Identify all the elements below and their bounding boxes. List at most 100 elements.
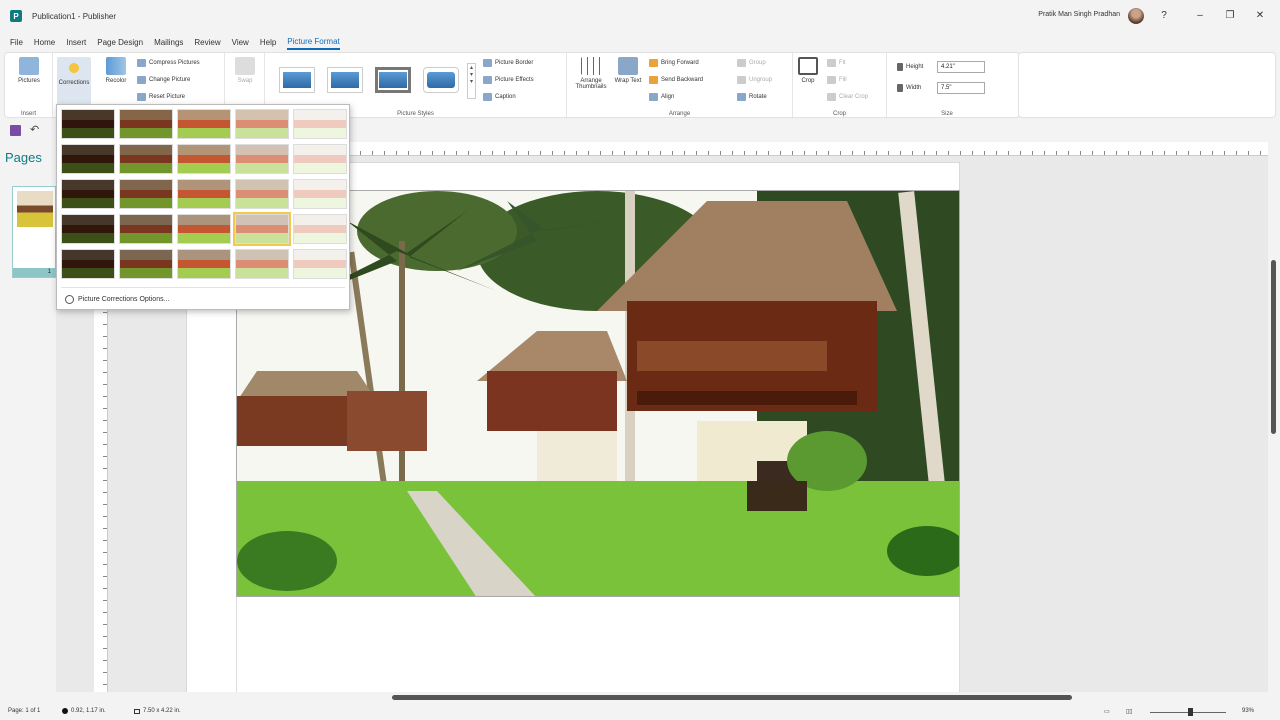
align-button[interactable]: Align bbox=[649, 93, 674, 101]
picture-style-4[interactable] bbox=[423, 67, 459, 93]
correction-preset-swatch[interactable] bbox=[293, 249, 347, 279]
page-thumbnail-image bbox=[17, 191, 53, 227]
horizontal-scrollbar[interactable] bbox=[56, 692, 1268, 704]
single-page-view-icon[interactable]: ▭ bbox=[1104, 708, 1110, 715]
swap-button[interactable]: Swap bbox=[228, 57, 262, 84]
rotate-button[interactable]: Rotate bbox=[737, 93, 767, 101]
reset-icon bbox=[137, 93, 146, 101]
correction-preset-swatch[interactable] bbox=[61, 179, 115, 209]
recolor-button[interactable]: Recolor bbox=[99, 57, 133, 84]
vertical-scrollbar[interactable] bbox=[1268, 142, 1280, 692]
tab-page-design[interactable]: Page Design bbox=[97, 36, 143, 49]
correction-preset-swatch[interactable] bbox=[119, 144, 173, 174]
help-icon[interactable]: ? bbox=[1156, 8, 1172, 24]
zoom-level[interactable]: 93% bbox=[1242, 708, 1254, 714]
swap-icon bbox=[235, 57, 255, 75]
status-size-value: 7.50 x 4.22 in. bbox=[143, 708, 181, 714]
compress-pictures-button[interactable]: Compress Pictures bbox=[137, 59, 200, 67]
vertical-scroll-thumb[interactable] bbox=[1271, 260, 1276, 434]
correction-preset-swatch[interactable] bbox=[235, 109, 289, 139]
fill-button[interactable]: Fill bbox=[827, 76, 847, 84]
correction-preset-swatch[interactable] bbox=[177, 144, 231, 174]
picture-style-1[interactable] bbox=[279, 67, 315, 93]
tab-picture-format[interactable]: Picture Format bbox=[287, 35, 340, 50]
tab-file[interactable]: File bbox=[10, 36, 23, 49]
correction-preset-swatch[interactable] bbox=[235, 179, 289, 209]
reset-label: Reset Picture bbox=[149, 94, 186, 100]
fit-button[interactable]: Fit bbox=[827, 59, 846, 67]
group-button[interactable]: Group bbox=[737, 59, 766, 67]
send-backward-button[interactable]: Send Backward bbox=[649, 76, 703, 84]
ungroup-button[interactable]: Ungroup bbox=[737, 76, 772, 84]
bring-forward-button[interactable]: Bring Forward bbox=[649, 59, 699, 67]
correction-preset-swatch[interactable] bbox=[233, 212, 291, 246]
size-group: Height 4.21" Width 7.5" Size bbox=[887, 53, 1007, 119]
picture-style-3[interactable] bbox=[375, 67, 411, 93]
correction-preset-swatch[interactable] bbox=[177, 109, 231, 139]
clear-crop-button[interactable]: Clear Crop bbox=[827, 93, 868, 101]
correction-preset-swatch[interactable] bbox=[293, 109, 347, 139]
correction-preset-swatch[interactable] bbox=[61, 214, 115, 244]
align-icon bbox=[649, 93, 658, 101]
restore-button[interactable]: ❐ bbox=[1222, 8, 1238, 24]
tab-review[interactable]: Review bbox=[194, 36, 220, 49]
correction-preset-swatch[interactable] bbox=[235, 144, 289, 174]
correction-preset-swatch[interactable] bbox=[293, 179, 347, 209]
correction-preset-swatch[interactable] bbox=[119, 109, 173, 139]
correction-preset-swatch[interactable] bbox=[293, 144, 347, 174]
fill-icon bbox=[827, 76, 836, 84]
arrange-thumbnails-button[interactable]: Arrange Thumbnails bbox=[571, 57, 611, 90]
picture-style-2[interactable] bbox=[327, 67, 363, 93]
crop-label: Crop bbox=[801, 78, 815, 84]
tab-mailings[interactable]: Mailings bbox=[154, 36, 183, 49]
status-position: 0.92, 1.17 in. bbox=[62, 708, 106, 714]
tab-help[interactable]: Help bbox=[260, 36, 276, 49]
tab-view[interactable]: View bbox=[232, 36, 249, 49]
correction-preset-swatch[interactable] bbox=[177, 179, 231, 209]
correction-preset-swatch[interactable] bbox=[177, 249, 231, 279]
correction-preset-swatch[interactable] bbox=[61, 249, 115, 279]
width-field[interactable]: 7.5" bbox=[937, 82, 985, 94]
correction-preset-swatch[interactable] bbox=[119, 179, 173, 209]
zoom-slider-handle[interactable] bbox=[1188, 708, 1193, 716]
correction-preset-swatch[interactable] bbox=[235, 249, 289, 279]
correction-preset-swatch[interactable] bbox=[61, 109, 115, 139]
pictures-button[interactable]: Pictures bbox=[12, 57, 46, 84]
styles-gallery-scroll[interactable]: ▴ ▾ ▾ bbox=[467, 63, 476, 99]
size-icon bbox=[134, 708, 140, 714]
tab-home[interactable]: Home bbox=[34, 36, 55, 49]
picture-corrections-options-button[interactable]: Picture Corrections Options... bbox=[65, 295, 169, 304]
width-icon bbox=[897, 84, 903, 92]
correction-preset-swatch[interactable] bbox=[119, 214, 173, 244]
correction-preset-swatch[interactable] bbox=[119, 249, 173, 279]
rotate-label: Rotate bbox=[749, 94, 767, 100]
minimize-button[interactable]: – bbox=[1192, 8, 1208, 24]
border-label: Picture Border bbox=[495, 60, 534, 66]
status-page[interactable]: Page: 1 of 1 bbox=[8, 708, 40, 714]
undo-icon[interactable]: ↶ bbox=[30, 123, 39, 136]
reset-picture-button[interactable]: Reset Picture bbox=[137, 93, 185, 101]
user-name[interactable]: Pratik Man Singh Pradhan bbox=[1038, 11, 1120, 18]
caption-button[interactable]: Caption bbox=[483, 93, 516, 101]
crop-button[interactable]: Crop bbox=[795, 57, 821, 84]
picture-border-button[interactable]: Picture Border bbox=[483, 59, 533, 67]
avatar[interactable] bbox=[1128, 8, 1144, 24]
page-thumbnail[interactable]: 1 bbox=[12, 186, 56, 278]
position-icon bbox=[62, 708, 68, 714]
tab-insert[interactable]: Insert bbox=[66, 36, 86, 49]
close-button[interactable]: ✕ bbox=[1252, 8, 1268, 24]
corrections-button[interactable]: Corrections bbox=[57, 57, 91, 105]
correction-preset-swatch[interactable] bbox=[61, 144, 115, 174]
correction-preset-swatch[interactable] bbox=[293, 214, 347, 244]
height-field[interactable]: 4.21" bbox=[937, 61, 985, 73]
picture-effects-button[interactable]: Picture Effects bbox=[483, 76, 534, 84]
correction-preset-swatch[interactable] bbox=[177, 214, 231, 244]
two-page-view-icon[interactable]: ▯▯ bbox=[1126, 708, 1133, 715]
change-picture-button[interactable]: Change Picture bbox=[137, 76, 190, 84]
publisher-app-icon: P bbox=[10, 10, 22, 22]
horizontal-scroll-thumb[interactable] bbox=[392, 695, 1072, 700]
arrange-thumbnails-label: Arrange Thumbnails bbox=[575, 78, 607, 90]
arrange-group-label: Arrange bbox=[668, 111, 691, 117]
save-icon[interactable] bbox=[10, 125, 21, 136]
wrap-text-button[interactable]: Wrap Text bbox=[613, 57, 643, 84]
